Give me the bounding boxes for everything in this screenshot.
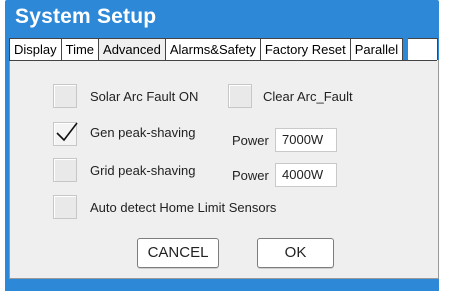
title-bar: System Setup [5, 0, 439, 39]
solar-arc-fault-label: Solar Arc Fault ON [90, 89, 199, 104]
auto-detect-checkbox[interactable] [53, 195, 77, 219]
clear-arc-fault-label: Clear Arc_Fault [263, 89, 353, 104]
tab-bar: Display Time Advanced Alarms&Safety Fact… [9, 38, 404, 61]
tab-alarms-safety[interactable]: Alarms&Safety [164, 38, 261, 61]
cancel-button[interactable]: CANCEL [137, 238, 219, 268]
grid-power-input[interactable]: 4000W [275, 163, 337, 187]
gen-power-label: Power [232, 133, 269, 148]
tab-display[interactable]: Display [9, 38, 62, 61]
ok-button[interactable]: OK [257, 238, 334, 268]
gen-peak-shaving-label: Gen peak-shaving [90, 125, 196, 140]
tab-time[interactable]: Time [60, 38, 100, 61]
tab-parallel[interactable]: Parallel [349, 38, 404, 61]
auto-detect-label: Auto detect Home Limit Sensors [90, 200, 277, 215]
tab-bar-filler [408, 38, 438, 61]
tab-advanced[interactable]: Advanced [98, 38, 166, 61]
system-setup-window: System Setup Display Time Advanced Alarm… [0, 0, 449, 291]
solar-arc-fault-checkbox[interactable] [53, 84, 77, 108]
check-icon [56, 122, 78, 142]
grid-power-label: Power [232, 168, 269, 183]
grid-peak-shaving-label: Grid peak-shaving [90, 163, 196, 178]
advanced-panel: Solar Arc Fault ON Clear Arc_Fault Gen p… [9, 60, 439, 279]
clear-arc-fault-checkbox[interactable] [228, 84, 252, 108]
gen-peak-shaving-checkbox[interactable] [53, 122, 78, 146]
gen-power-input[interactable]: 7000W [275, 128, 337, 152]
window-title: System Setup [15, 5, 157, 28]
grid-peak-shaving-checkbox[interactable] [53, 158, 77, 182]
tab-divider [9, 60, 437, 61]
tab-factory-reset[interactable]: Factory Reset [259, 38, 351, 61]
